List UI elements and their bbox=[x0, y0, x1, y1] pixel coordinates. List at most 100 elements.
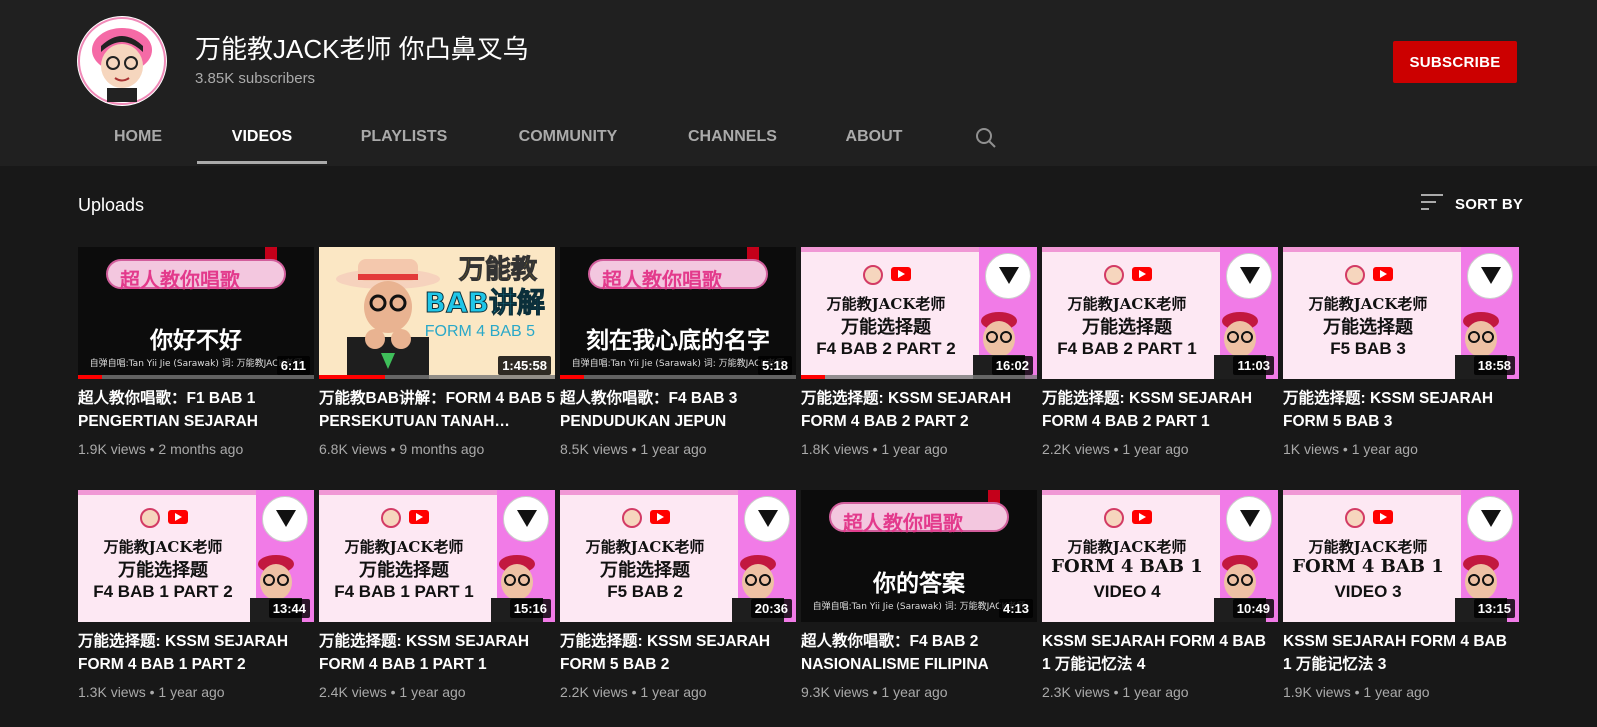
upload-age: 1 year ago bbox=[158, 684, 225, 700]
video-title[interactable]: 超人教你唱歌：F1 BAB 1 PENGERTIAN SEJARAH bbox=[78, 387, 314, 433]
video-thumbnail[interactable]: 超人教你唱歌 刻在我心底的名字 自弹自唱:Tan Yii Jie (Sarawa… bbox=[560, 247, 796, 379]
tab-channels[interactable]: CHANNELS bbox=[688, 118, 777, 166]
watch-progress-bar bbox=[560, 375, 584, 379]
tab-about[interactable]: ABOUT bbox=[845, 118, 903, 166]
thumbnail-title: 刻在我心底的名字 bbox=[586, 328, 770, 354]
video-card[interactable]: 超人教你唱歌 你的答案 自弹自唱:Tan Yii Jie (Sarawak) 词… bbox=[801, 490, 1037, 700]
video-card[interactable]: 万能教JACK老师 万能选择题 F4 BAB 1 PART 1 15:16 万能… bbox=[319, 490, 555, 700]
thumbnail-banner: 超人教你唱歌 bbox=[829, 502, 1009, 535]
video-thumbnail[interactable]: 万能教JACK老师 FORM 4 BAB 1 VIDEO 4 10:49 bbox=[1042, 490, 1278, 622]
watch-progress-track bbox=[560, 375, 796, 379]
video-title[interactable]: 万能选择题: KSSM SEJARAH FORM 5 BAB 3 bbox=[1283, 387, 1519, 433]
logo-icon bbox=[1226, 253, 1272, 299]
tab-playlists[interactable]: PLAYLISTS bbox=[359, 118, 449, 166]
video-title[interactable]: 万能选择题: KSSM SEJARAH FORM 4 BAB 1 PART 1 bbox=[319, 630, 555, 676]
avatar-icon bbox=[1104, 508, 1124, 528]
view-count: 2.3K views bbox=[1042, 684, 1110, 700]
sort-by-label: SORT BY bbox=[1455, 195, 1524, 213]
video-duration: 10:49 bbox=[1232, 599, 1274, 618]
thumbnail-line-3: F5 BAB 2 bbox=[607, 582, 683, 601]
video-title[interactable]: KSSM SEJARAH FORM 4 BAB 1 万能记忆法 3 bbox=[1283, 630, 1519, 676]
thumbnail-line-1: 万能教JACK老师 bbox=[585, 538, 705, 556]
video-thumbnail[interactable]: 万能教JACK老师 万能选择题 F4 BAB 2 PART 2 16:02 bbox=[801, 247, 1037, 379]
thumbnail-line-3: F4 BAB 1 PART 1 bbox=[334, 582, 474, 601]
thumbnail-line-2: 万能选择题 bbox=[1082, 317, 1172, 338]
upload-age: 1 year ago bbox=[640, 441, 707, 457]
video-thumbnail[interactable]: 超人教你唱歌 你的答案 自弹自唱:Tan Yii Jie (Sarawak) 词… bbox=[801, 490, 1037, 622]
video-thumbnail[interactable]: 万能教JACK老师 万能选择题 F4 BAB 2 PART 1 11:03 bbox=[1042, 247, 1278, 379]
channel-header: 万能教JACK老师 你凸鼻叉乌 3.85K subscribers SUBSCR… bbox=[0, 0, 1597, 166]
video-title[interactable]: KSSM SEJARAH FORM 4 BAB 1 万能记忆法 4 bbox=[1042, 630, 1278, 676]
video-thumbnail[interactable]: 万能教JACK老师 万能选择题 F4 BAB 1 PART 2 13:44 bbox=[78, 490, 314, 622]
thumbnail-line-3: F4 BAB 2 PART 1 bbox=[1057, 339, 1197, 358]
thumbnail-line-2: FORM 4 BAB 1 bbox=[1051, 556, 1203, 577]
thumbnail-line-2: 万能选择题 bbox=[359, 560, 449, 581]
video-thumbnail[interactable]: 万能教JACK老师 万能选择题 F5 BAB 2 20:36 bbox=[560, 490, 796, 622]
watch-progress-track bbox=[801, 375, 1037, 379]
thumbnail-line-2: 万能选择题 bbox=[118, 560, 208, 581]
video-title[interactable]: 超人教你唱歌：F4 BAB 2 NASIONALISME FILIPINA bbox=[801, 630, 1037, 676]
youtube-icon bbox=[1373, 510, 1393, 524]
video-card[interactable]: 超人教你唱歌 你好不好 自弹自唱:Tan Yii Jie (Sarawak) 词… bbox=[78, 247, 314, 457]
video-title[interactable]: 万能选择题: KSSM SEJARAH FORM 5 BAB 2 bbox=[560, 630, 796, 676]
channel-avatar[interactable] bbox=[77, 16, 167, 106]
video-card[interactable]: 万能教 BAB讲解 FORM 4 BAB 5 1:45:58 万能教BAB讲解：… bbox=[319, 247, 555, 457]
video-meta: 1K views • 1 year ago bbox=[1283, 441, 1418, 457]
thumbnail-banner: 超人教你唱歌 bbox=[106, 259, 286, 292]
thumbnail-banner-text: 超人教你唱歌 bbox=[120, 268, 240, 292]
video-card[interactable]: 万能教JACK老师 FORM 4 BAB 1 VIDEO 3 13:15 KSS… bbox=[1283, 490, 1519, 700]
video-card[interactable]: 万能教JACK老师 万能选择题 F5 BAB 3 18:58 万能选择题: KS… bbox=[1283, 247, 1519, 457]
thumbnail-banner-text: 超人教你唱歌 bbox=[843, 511, 963, 535]
video-card[interactable]: 万能教JACK老师 万能选择题 F4 BAB 2 PART 2 16:02 万能… bbox=[801, 247, 1037, 457]
video-meta: 2.2K views • 1 year ago bbox=[560, 684, 707, 700]
thumbnail-title: 你好不好 bbox=[150, 328, 242, 354]
video-meta: 2.2K views • 1 year ago bbox=[1042, 441, 1189, 457]
video-thumbnail[interactable]: 万能教 BAB讲解 FORM 4 BAB 5 1:45:58 bbox=[319, 247, 555, 379]
tab-videos[interactable]: VIDEOS bbox=[197, 118, 327, 166]
logo-icon bbox=[1226, 496, 1272, 542]
sort-by-button[interactable]: SORT BY bbox=[1421, 192, 1523, 216]
video-title[interactable]: 万能选择题: KSSM SEJARAH FORM 4 BAB 2 PART 1 bbox=[1042, 387, 1278, 433]
video-meta: 2.3K views • 1 year ago bbox=[1042, 684, 1189, 700]
thumbnail-line-1: 万能教JACK老师 bbox=[1067, 538, 1187, 556]
logo-icon bbox=[744, 496, 790, 542]
video-thumbnail[interactable]: 万能教JACK老师 万能选择题 F5 BAB 3 18:58 bbox=[1283, 247, 1519, 379]
video-thumbnail[interactable]: 超人教你唱歌 你好不好 自弹自唱:Tan Yii Jie (Sarawak) 词… bbox=[78, 247, 314, 379]
watch-progress-bar bbox=[801, 375, 825, 379]
upload-age: 2 months ago bbox=[158, 441, 244, 457]
logo-icon bbox=[503, 496, 549, 542]
upload-age: 1 year ago bbox=[1363, 684, 1430, 700]
view-count: 1.8K views bbox=[801, 441, 869, 457]
view-count: 1K views bbox=[1283, 441, 1340, 457]
youtube-icon bbox=[409, 510, 429, 524]
view-count: 2.2K views bbox=[560, 684, 628, 700]
video-thumbnail[interactable]: 万能教JACK老师 万能选择题 F4 BAB 1 PART 1 15:16 bbox=[319, 490, 555, 622]
tab-community[interactable]: COMMUNITY bbox=[517, 118, 619, 166]
video-card[interactable]: 万能教JACK老师 万能选择题 F4 BAB 1 PART 2 13:44 万能… bbox=[78, 490, 314, 700]
video-title[interactable]: 超人教你唱歌：F4 BAB 3 PENDUDUKAN JEPUN bbox=[560, 387, 796, 433]
upload-age: 1 year ago bbox=[1122, 684, 1189, 700]
video-thumbnail[interactable]: 万能教JACK老师 FORM 4 BAB 1 VIDEO 3 13:15 bbox=[1283, 490, 1519, 622]
upload-age: 1 year ago bbox=[881, 441, 948, 457]
video-title[interactable]: 万能教BAB讲解：FORM 4 BAB 5 PERSEKUTUAN TANAH … bbox=[319, 387, 555, 433]
thumbnail-subtitle: BAB讲解 bbox=[424, 286, 545, 320]
youtube-icon bbox=[168, 510, 188, 524]
tab-home[interactable]: HOME bbox=[110, 118, 166, 166]
thumbnail-line-3: F4 BAB 1 PART 2 bbox=[93, 582, 233, 601]
video-title[interactable]: 万能选择题: KSSM SEJARAH FORM 4 BAB 1 PART 2 bbox=[78, 630, 314, 676]
thumbnail-line-3: VIDEO 4 bbox=[1093, 582, 1161, 601]
video-title[interactable]: 万能选择题: KSSM SEJARAH FORM 4 BAB 2 PART 2 bbox=[801, 387, 1037, 433]
view-count: 9.3K views bbox=[801, 684, 869, 700]
video-card[interactable]: 万能教JACK老师 万能选择题 F5 BAB 2 20:36 万能选择题: KS… bbox=[560, 490, 796, 700]
logo-icon bbox=[262, 496, 308, 542]
search-icon[interactable] bbox=[974, 126, 998, 150]
upload-age: 1 year ago bbox=[1122, 441, 1189, 457]
view-count: 1.9K views bbox=[78, 441, 146, 457]
subscribe-button[interactable]: SUBSCRIBE bbox=[1393, 41, 1517, 83]
thumbnail-banner: 超人教你唱歌 bbox=[588, 259, 768, 292]
video-meta: 9.3K views • 1 year ago bbox=[801, 684, 948, 700]
video-card[interactable]: 万能教JACK老师 万能选择题 F4 BAB 2 PART 1 11:03 万能… bbox=[1042, 247, 1278, 457]
video-card[interactable]: 超人教你唱歌 刻在我心底的名字 自弹自唱:Tan Yii Jie (Sarawa… bbox=[560, 247, 796, 457]
video-card[interactable]: 万能教JACK老师 FORM 4 BAB 1 VIDEO 4 10:49 KSS… bbox=[1042, 490, 1278, 700]
youtube-icon bbox=[1373, 267, 1393, 281]
